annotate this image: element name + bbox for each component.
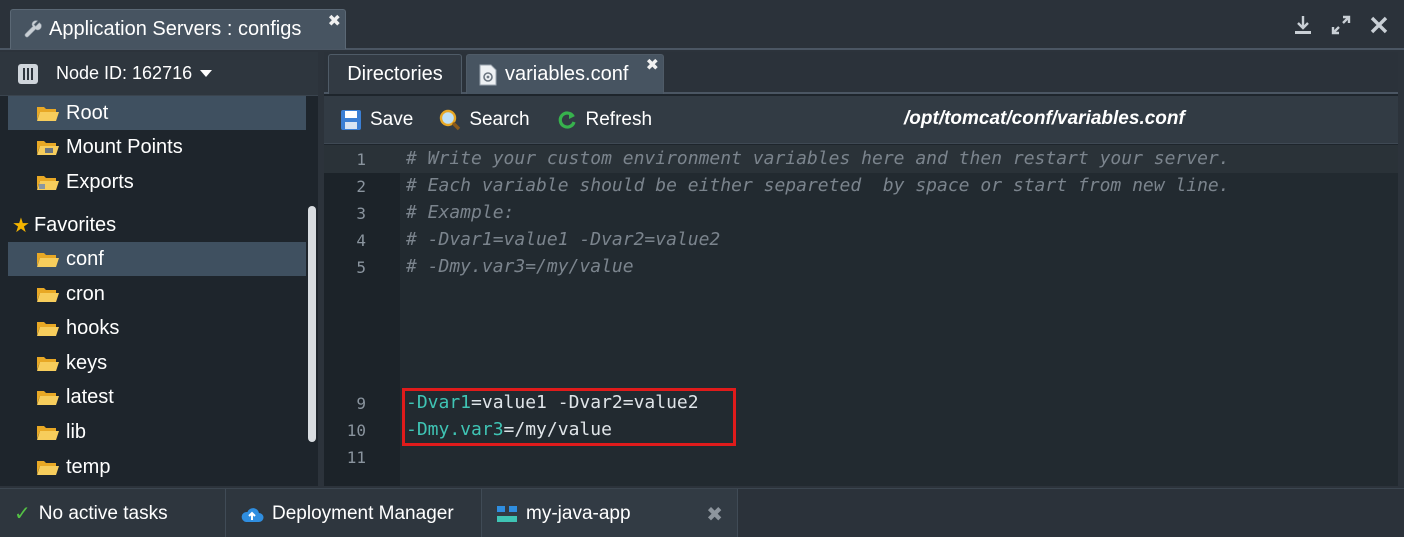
cloud-upload-icon [241,507,264,522]
favorite-item-cron[interactable]: cron [8,277,306,311]
favorites-header[interactable]: ★ Favorites [8,208,306,242]
scrollbar-thumb[interactable] [308,206,316,442]
config-file-icon [479,64,497,85]
refresh-button[interactable]: Refresh [556,108,653,131]
favorite-label: conf [66,247,104,270]
editor-panel: Directories variables.conf ✖ Save Search… [324,52,1398,486]
tree-item-root[interactable]: Root [8,96,306,130]
code-line: # -Dmy.var3=/my/value [406,256,634,277]
favorite-item-temp[interactable]: temp [8,450,306,484]
top-tab-bar: Application Servers : configs ✖ [0,0,1404,50]
code-line: # -Dvar1=value1 -Dvar2=value2 [406,229,721,250]
close-app-tab-button[interactable]: ✖ [706,502,723,527]
check-icon: ✓ [14,503,31,525]
folder-open-icon [37,107,59,121]
favorite-label: lib [66,420,87,443]
line-number: 1 [356,150,366,169]
tab-directories[interactable]: Directories [328,54,462,94]
favorite-label: latest [66,385,114,408]
tasks-status[interactable]: ✓ No active tasks [0,489,226,537]
favorite-label: keys [66,351,108,374]
tab-application-servers-configs[interactable]: Application Servers : configs ✖ [10,9,346,49]
tree-item-label: Exports [66,170,134,193]
favorite-item-latest[interactable]: latest [8,380,306,414]
tree-item-label: Mount Points [66,135,183,158]
line-number: 2 [356,177,366,196]
window-controls [1292,14,1390,36]
save-label: Save [370,108,414,130]
line-number: 3 [356,204,366,223]
tree-item-label: Root [66,101,109,124]
folder-open-icon [37,288,59,302]
editor-tab-bar: Directories variables.conf ✖ [324,52,1398,94]
wrench-icon [24,19,42,37]
editor-toolbar: Save Search Refresh /opt/tomcat/conf/var… [324,96,1398,144]
favorite-item-lib[interactable]: lib [8,415,306,449]
tab-my-java-app[interactable]: my-java-app ✖ [482,489,738,537]
node-selector[interactable]: Node ID: 162716 [0,52,318,96]
close-file-tab-button[interactable]: ✖ [646,55,659,75]
line-number: 4 [356,231,366,250]
tab-label: variables.conf [505,63,629,85]
search-label: Search [469,108,530,130]
line-number: 11 [346,448,366,467]
tree-item-exports[interactable]: Exports [8,165,306,199]
refresh-icon [558,110,576,129]
favorite-label: temp [66,455,111,478]
favorite-label: hooks [66,316,120,339]
search-button[interactable]: Search [439,108,530,131]
favorite-item-keys[interactable]: keys [8,346,306,380]
folder-open-icon [37,253,59,267]
line-number: 10 [346,421,366,440]
line-number: 5 [356,258,366,277]
node-id-label: Node ID: 162716 [56,63,193,83]
highlight-box [402,388,736,446]
close-icon[interactable] [1368,14,1390,36]
app-window: Application Servers : configs ✖ Node ID:… [0,0,1404,537]
refresh-label: Refresh [585,108,653,130]
folder-open-icon [37,461,59,475]
folder-open-icon [37,426,59,440]
save-icon [341,109,361,130]
search-icon [440,109,461,130]
window-title: Application Servers : configs [49,18,302,40]
bottom-task-bar: ✓ No active tasks Deployment Manager my-… [0,488,1404,537]
environment-icon [497,505,517,522]
save-button[interactable]: Save [340,109,413,131]
tab-label: Directories [347,63,443,85]
tab-deployment-manager[interactable]: Deployment Manager [226,489,482,537]
folder-open-icon [37,357,59,371]
expand-icon[interactable] [1330,14,1352,36]
folder-open-icon [37,391,59,405]
app-label: my-java-app [526,502,631,524]
tree-scrollbar[interactable] [306,96,318,486]
favorite-label: cron [66,282,105,305]
star-icon: ★ [12,214,30,237]
deployment-label: Deployment Manager [272,502,454,524]
code-line: # Write your custom environment variable… [406,148,1230,169]
favorites-label: Favorites [33,213,117,236]
file-tree-panel: Node ID: 162716 Root Mount Points Export… [0,52,318,486]
close-tab-button[interactable]: ✖ [328,11,341,31]
favorite-item-conf[interactable]: conf [8,242,306,276]
exports-folder-icon [37,176,59,190]
line-number: 9 [356,394,366,413]
file-path: /opt/tomcat/conf/variables.conf [904,108,1185,129]
code-editor[interactable]: 1 # Write your custom environment variab… [324,145,1398,486]
code-line: # Each variable should be either separet… [406,175,1230,196]
download-icon[interactable] [1292,14,1314,36]
tasks-label: No active tasks [38,502,168,524]
code-line: # Example: [406,202,515,223]
folder-open-icon [37,322,59,336]
chevron-down-icon[interactable] [200,70,213,77]
node-icon [18,63,38,84]
directory-tree: Root Mount Points Exports ★ Favorites co… [8,96,306,486]
tab-variables-conf[interactable]: variables.conf ✖ [466,54,664,94]
mount-folder-icon [37,141,59,155]
tree-item-mount-points[interactable]: Mount Points [8,130,306,164]
favorite-item-hooks[interactable]: hooks [8,311,306,345]
